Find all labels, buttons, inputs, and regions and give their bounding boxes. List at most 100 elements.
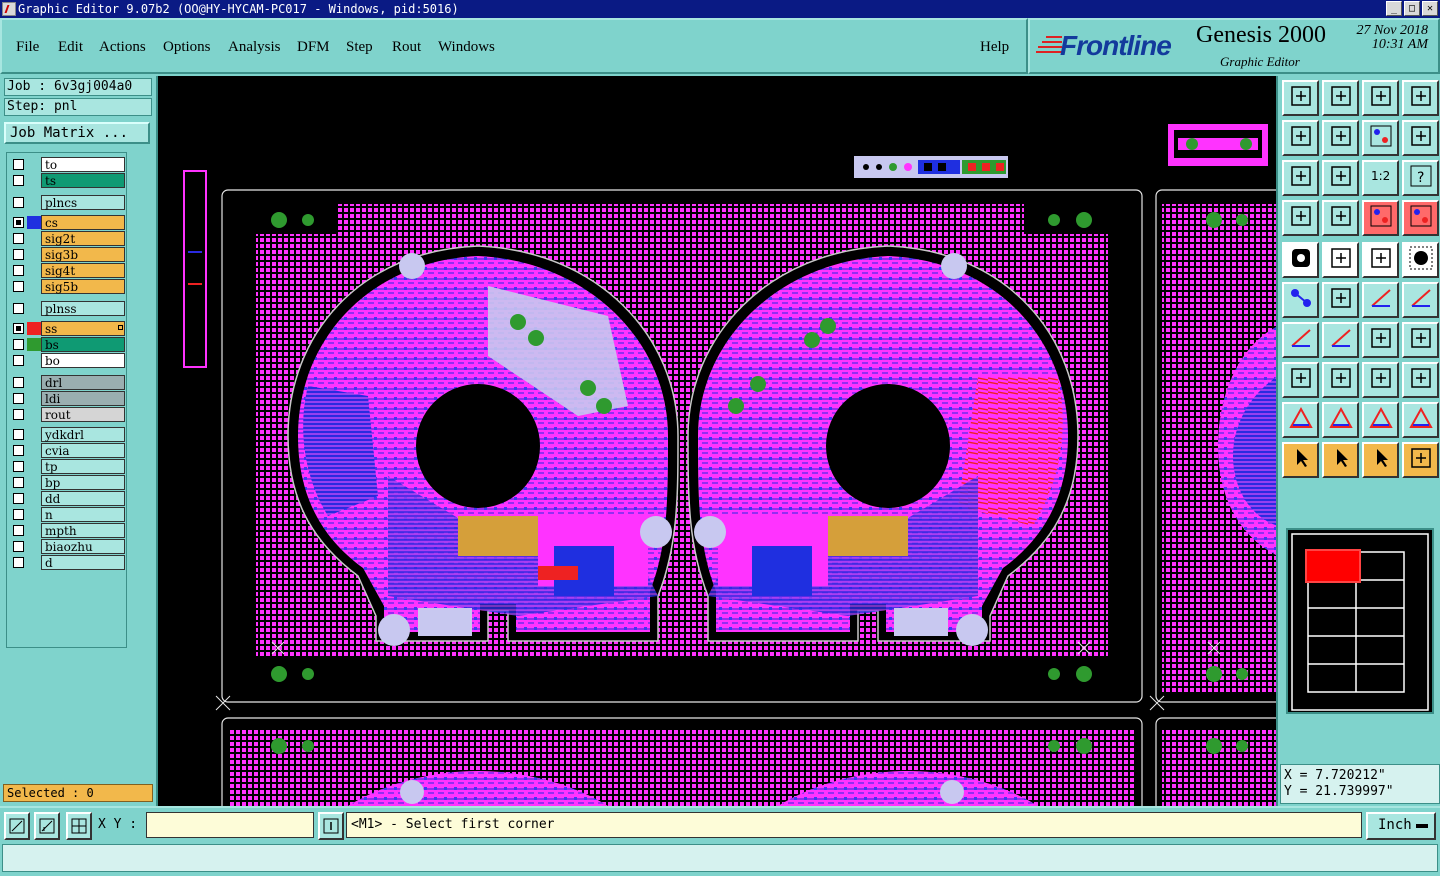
redraw-tool-button[interactable] [1362, 120, 1399, 156]
zoom-out-tool-button[interactable] [1322, 160, 1359, 196]
layer-name[interactable]: ldi [41, 391, 125, 406]
layer-name[interactable]: bs [41, 337, 125, 352]
layer-row-ts[interactable]: ts [9, 173, 125, 188]
pcb-panel-view[interactable] [158, 76, 1276, 806]
snap-mode-button[interactable] [4, 812, 30, 840]
layer-row-biaozhu[interactable]: biaozhu [9, 539, 125, 554]
zoom-in-tool-button[interactable] [1282, 160, 1319, 196]
angle-tool-button[interactable] [1282, 322, 1319, 358]
connect-tool-button[interactable] [1282, 282, 1319, 318]
layer-row-ss[interactable]: ss [9, 321, 125, 336]
layer-row-bo[interactable]: bo [9, 353, 125, 368]
layer-row-sig4t[interactable]: sig4t [9, 263, 125, 278]
grid-mode-button[interactable] [66, 812, 92, 840]
layer-checkbox[interactable] [13, 541, 24, 552]
layer-name[interactable]: cvia [41, 443, 125, 458]
xy-input[interactable] [146, 812, 314, 838]
help-tool-button[interactable]: ? [1402, 160, 1439, 196]
layer-checkbox[interactable] [13, 175, 24, 186]
layer-checkbox[interactable] [13, 217, 24, 228]
layer-name[interactable]: mpth [41, 523, 125, 538]
menu-step[interactable]: Step [346, 39, 373, 56]
layer-checkbox[interactable] [13, 233, 24, 244]
layer-checkbox[interactable] [13, 393, 24, 404]
menu-windows[interactable]: Windows [438, 39, 495, 56]
cross-tool-button[interactable] [1322, 282, 1359, 318]
pad-tool-button[interactable] [1282, 242, 1319, 278]
pointer-box-tool-button[interactable] [1322, 442, 1359, 478]
layer-row-sig3b[interactable]: sig3b [9, 247, 125, 262]
menu-options[interactable]: Options [163, 39, 211, 56]
fit-view-tool-button[interactable] [1402, 80, 1439, 116]
layer-row-n[interactable]: n [9, 507, 125, 522]
layer-checkbox[interactable] [13, 377, 24, 388]
layer-row-rout[interactable]: rout [9, 407, 125, 422]
home-tool-button[interactable] [1362, 80, 1399, 116]
layer-row-plncs[interactable]: plncs [9, 195, 125, 210]
pointer-box2-tool-button[interactable] [1362, 442, 1399, 478]
triangle-tool-button[interactable] [1282, 402, 1319, 438]
minus-tool-button[interactable] [1322, 362, 1359, 398]
menu-dfm[interactable]: DFM [297, 39, 330, 56]
minimize-button[interactable]: _ [1386, 1, 1402, 16]
layer-checkbox[interactable] [13, 509, 24, 520]
layer-name[interactable]: plnss [41, 301, 125, 316]
layer-row-cs[interactable]: cs [9, 215, 125, 230]
layer-name[interactable]: d [41, 555, 125, 570]
layer-name[interactable]: to [41, 157, 125, 172]
info-button[interactable] [318, 812, 344, 840]
menu-rout[interactable]: Rout [392, 39, 421, 56]
scale-1-2-tool-button[interactable]: 1:2 [1362, 160, 1399, 196]
graphic-canvas[interactable] [156, 76, 1276, 806]
layer-checkbox[interactable] [13, 355, 24, 366]
layer-checkbox[interactable] [13, 323, 24, 334]
shape-tool-button[interactable] [1322, 242, 1359, 278]
layer-name[interactable]: sig5b [41, 279, 125, 294]
layer-checkbox[interactable] [13, 159, 24, 170]
layer-checkbox[interactable] [13, 281, 24, 292]
layer-name[interactable]: ydkdrl [41, 427, 125, 442]
line2-tool-button[interactable] [1402, 282, 1439, 318]
pan-left-tool-button[interactable] [1282, 120, 1319, 156]
layer-row-sig2t[interactable]: sig2t [9, 231, 125, 246]
layer-row-ydkdrl[interactable]: ydkdrl [9, 427, 125, 442]
layer-checkbox[interactable] [13, 429, 24, 440]
layer-name[interactable]: sig3b [41, 247, 125, 262]
line-tool-button[interactable] [1362, 282, 1399, 318]
layer-name[interactable]: sig2t [41, 231, 125, 246]
layer-checkbox[interactable] [13, 557, 24, 568]
menu-edit[interactable]: Edit [58, 39, 83, 56]
overview-map[interactable] [1286, 528, 1434, 714]
text-tool-button[interactable] [1402, 322, 1439, 358]
menu-analysis[interactable]: Analysis [228, 39, 281, 56]
job-matrix-button[interactable]: Job Matrix ... [4, 122, 150, 144]
layer-row-mpth[interactable]: mpth [9, 523, 125, 538]
pan-right-tool-button[interactable] [1322, 120, 1359, 156]
layer-checkbox[interactable] [13, 249, 24, 260]
layer-checkbox[interactable] [13, 303, 24, 314]
layer-name[interactable]: sig4t [41, 263, 125, 278]
layer-name[interactable]: n [41, 507, 125, 522]
layer-checkbox[interactable] [13, 409, 24, 420]
layer-row-bs[interactable]: bs [9, 337, 125, 352]
layer-row-tp[interactable]: tp [9, 459, 125, 474]
triangle4-tool-button[interactable] [1402, 402, 1439, 438]
menu-help[interactable]: Help [980, 39, 1009, 56]
layer-name[interactable]: bp [41, 475, 125, 490]
layer-checkbox[interactable] [13, 461, 24, 472]
net-tool-button[interactable] [1402, 442, 1439, 478]
close-button[interactable]: ✕ [1422, 1, 1438, 16]
layer-name[interactable]: drl [41, 375, 125, 390]
layer-name[interactable]: ss [41, 321, 125, 336]
move-tool-button[interactable] [1282, 362, 1319, 398]
layer-name[interactable]: bo [41, 353, 125, 368]
layer-row-bp[interactable]: bp [9, 475, 125, 490]
layer-row-ldi[interactable]: ldi [9, 391, 125, 406]
layer-row-dd[interactable]: dd [9, 491, 125, 506]
circle-tool-button[interactable] [1402, 242, 1439, 278]
refresh-tool-button[interactable] [1402, 120, 1439, 156]
layer-checkbox[interactable] [13, 493, 24, 504]
layer-row-to[interactable]: to [9, 157, 125, 172]
layer-name[interactable]: tp [41, 459, 125, 474]
triangle3-tool-button[interactable] [1362, 402, 1399, 438]
